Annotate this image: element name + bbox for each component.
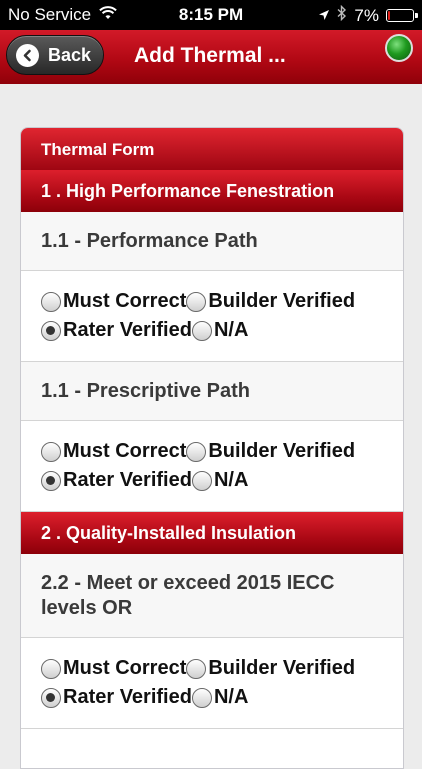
radio-button[interactable]: [41, 291, 61, 312]
radio-button[interactable]: [41, 470, 61, 491]
radio-button[interactable]: [41, 441, 61, 462]
radio-label: N/A: [213, 686, 249, 708]
thermal-form-card: Thermal Form 1 . High Performance Fenest…: [20, 127, 404, 769]
radio-button[interactable]: [41, 320, 61, 341]
radio-option-builder-verified[interactable]: Builder Verified: [186, 440, 355, 463]
radio-button[interactable]: [186, 658, 207, 679]
radio-label: Must Correct: [63, 657, 187, 679]
back-label: Back: [48, 44, 92, 65]
battery-fill: [388, 11, 390, 20]
radio-row: Rater Verified N/A: [41, 466, 391, 495]
radio-row: Rater Verified N/A: [41, 683, 391, 712]
content-area: Thermal Form 1 . High Performance Fenest…: [0, 84, 422, 769]
radio-option-na[interactable]: N/A: [191, 686, 249, 709]
radio-row: Must Correct Builder Verified: [41, 437, 391, 466]
radio-label: Must Correct: [63, 290, 187, 312]
radio-option-na[interactable]: N/A: [191, 469, 249, 492]
question-label: 1.1 - Performance Path: [21, 212, 403, 271]
radio-group: Must Correct Builder Verified Rater Veri…: [21, 271, 403, 362]
radio-label: Rater Verified: [63, 319, 192, 341]
question-label: 1.1 - Prescriptive Path: [21, 362, 403, 421]
radio-row: Rater Verified N/A: [41, 316, 391, 345]
radio-group: Must Correct Builder Verified Rater Veri…: [21, 638, 403, 729]
radio-label: Builder Verified: [208, 440, 356, 462]
form-title: Thermal Form: [21, 128, 403, 170]
radio-label: N/A: [213, 469, 249, 491]
section-heading: 1 . High Performance Fenestration: [21, 170, 403, 212]
radio-row: Must Correct Builder Verified: [41, 287, 391, 316]
radio-label: Rater Verified: [63, 686, 192, 708]
radio-button[interactable]: [186, 291, 207, 312]
radio-option-must-correct[interactable]: Must Correct: [41, 290, 186, 313]
radio-label: N/A: [213, 319, 249, 341]
radio-option-must-correct[interactable]: Must Correct: [41, 657, 186, 680]
radio-label: Rater Verified: [63, 469, 192, 491]
radio-label: Builder Verified: [208, 290, 356, 312]
radio-button[interactable]: [41, 658, 61, 679]
connection-status-indicator: [385, 34, 413, 62]
radio-option-rater-verified[interactable]: Rater Verified: [41, 686, 192, 709]
bluetooth-icon: [337, 4, 347, 26]
radio-option-must-correct[interactable]: Must Correct: [41, 440, 186, 463]
radio-group: Must Correct Builder Verified Rater Veri…: [21, 421, 403, 512]
battery-icon: [386, 9, 418, 22]
radio-button[interactable]: [191, 687, 212, 708]
radio-option-rater-verified[interactable]: Rater Verified: [41, 319, 192, 342]
chevron-left-icon: [16, 43, 39, 67]
status-bar: No Service 8:15 PM 7%: [0, 0, 422, 30]
section-heading: 2 . Quality-Installed Insulation: [21, 512, 403, 554]
radio-label: Must Correct: [63, 440, 187, 462]
radio-option-na[interactable]: N/A: [191, 319, 249, 342]
radio-button[interactable]: [191, 470, 212, 491]
question-label: 2.2 - Meet or exceed 2015 IECC levels OR: [21, 554, 403, 638]
radio-row: Must Correct Builder Verified: [41, 654, 391, 683]
radio-label: Builder Verified: [208, 657, 356, 679]
radio-option-builder-verified[interactable]: Builder Verified: [186, 657, 355, 680]
location-arrow-icon: [318, 6, 330, 26]
radio-button[interactable]: [191, 320, 212, 341]
status-right: 7%: [318, 4, 418, 26]
nav-bar: Back Add Thermal ...: [0, 30, 422, 84]
radio-button[interactable]: [186, 441, 207, 462]
back-button[interactable]: Back: [6, 35, 104, 75]
page-title: Add Thermal ...: [134, 44, 286, 67]
battery-percent: 7%: [354, 5, 379, 25]
radio-button[interactable]: [41, 687, 61, 708]
radio-option-rater-verified[interactable]: Rater Verified: [41, 469, 192, 492]
radio-option-builder-verified[interactable]: Builder Verified: [186, 290, 355, 313]
